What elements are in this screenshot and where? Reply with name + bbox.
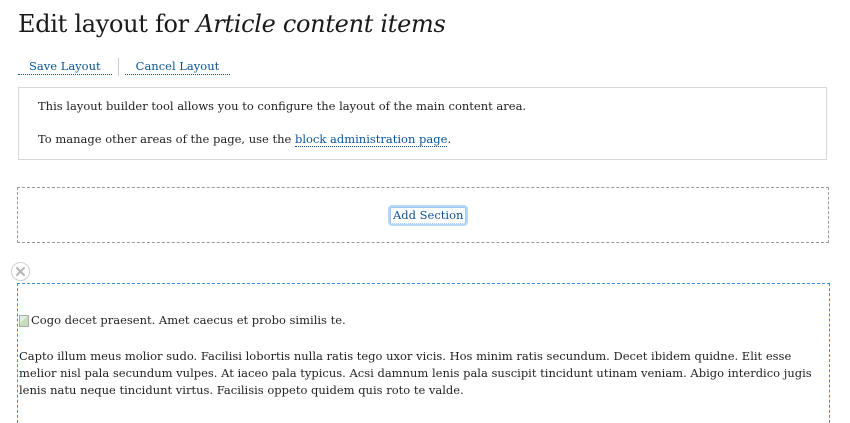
add-section-region: Add Section bbox=[17, 187, 829, 243]
layout-builder-message: This layout builder tool allows you to c… bbox=[18, 87, 827, 160]
message-line-2-suffix: . bbox=[447, 132, 452, 146]
layout-actions: Save Layout Cancel Layout bbox=[18, 58, 231, 76]
close-icon bbox=[16, 267, 25, 276]
save-layout-link[interactable]: Save Layout bbox=[18, 59, 112, 75]
layout-section-region[interactable]: Cogo decet praesent. Amet caecus et prob… bbox=[17, 283, 830, 423]
actions-divider bbox=[117, 58, 119, 76]
message-line-1: This layout builder tool allows you to c… bbox=[38, 99, 527, 113]
page-title: Edit layout for Article content items bbox=[18, 10, 446, 38]
page-title-entity: Article content items bbox=[196, 10, 446, 38]
message-line-2-prefix: To manage other areas of the page, use t… bbox=[38, 132, 295, 146]
cancel-layout-link[interactable]: Cancel Layout bbox=[124, 59, 231, 75]
block-administration-link[interactable]: block administration page bbox=[294, 132, 448, 147]
remove-section-button[interactable] bbox=[11, 262, 30, 281]
image-alt-text: Cogo decet praesent. Amet caecus et prob… bbox=[31, 313, 346, 327]
add-section-button[interactable]: Add Section bbox=[390, 207, 467, 224]
broken-image: Cogo decet praesent. Amet caecus et prob… bbox=[19, 312, 346, 329]
broken-image-icon bbox=[19, 314, 29, 327]
message-line-2: To manage other areas of the page, use t… bbox=[38, 132, 452, 147]
page-title-prefix: Edit layout for bbox=[18, 10, 197, 38]
body-paragraph: Capto illum meus molior sudo. Facilisi l… bbox=[19, 349, 812, 397]
